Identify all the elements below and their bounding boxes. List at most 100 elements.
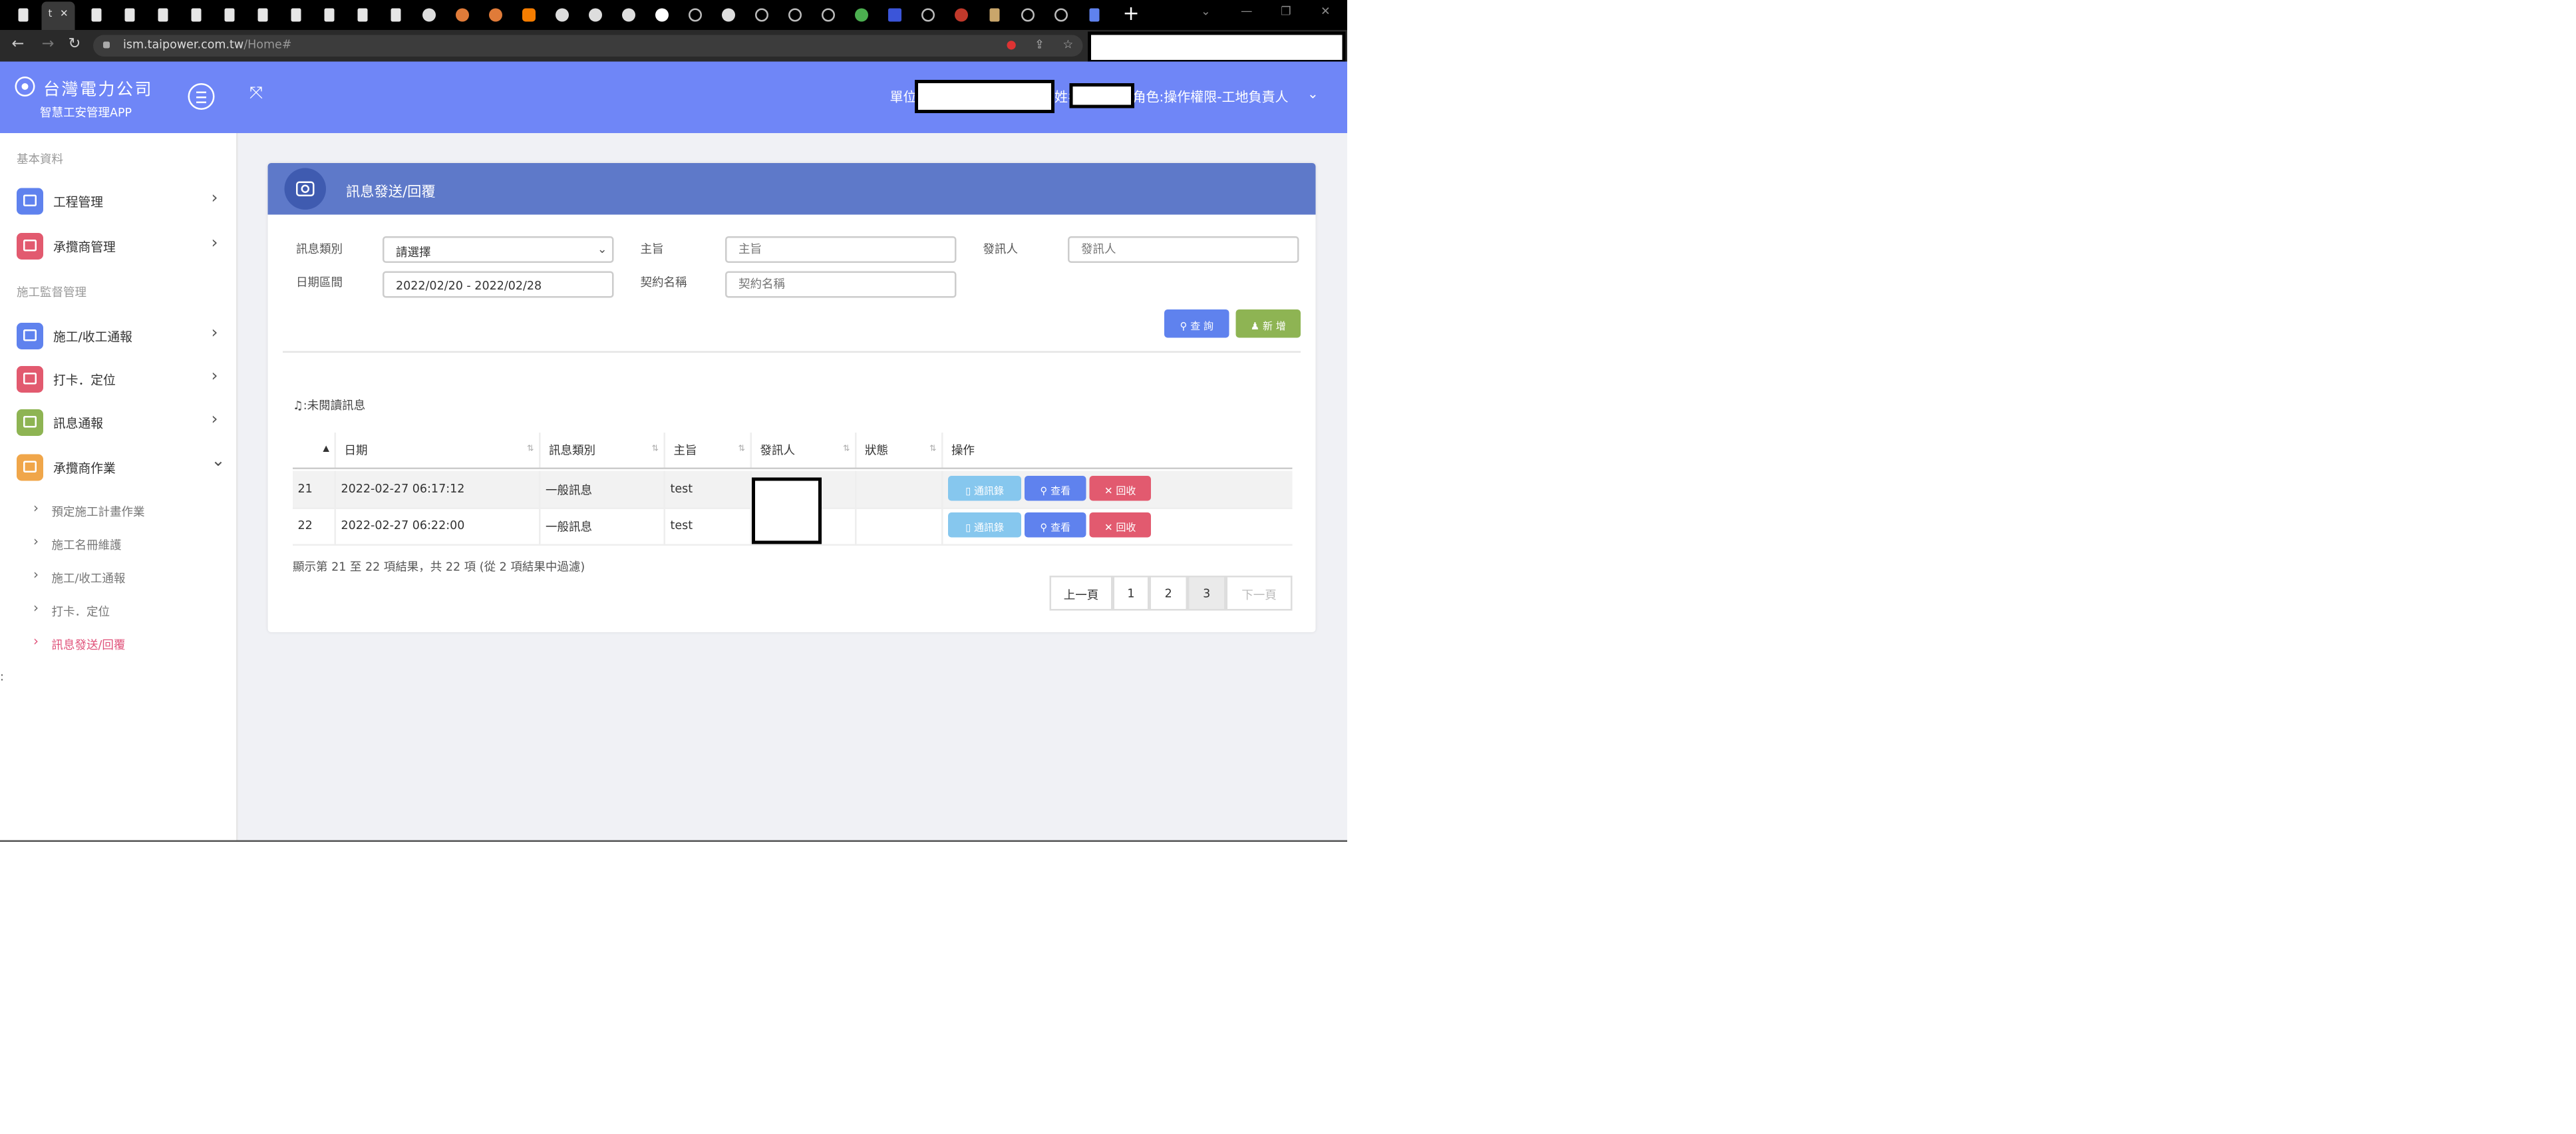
tab-favicon-save-icon[interactable] [1084, 5, 1104, 25]
cell-date: 2022-02-27 06:17:12 [336, 471, 541, 508]
share-icon[interactable]: ⇪ [1035, 39, 1045, 52]
category-select[interactable]: 請選擇 ⌄ [383, 236, 614, 263]
new-tab-button[interactable]: + [1123, 2, 1140, 25]
tab-favicon-doc-icon[interactable] [86, 5, 106, 25]
tab-favicon-doc-icon[interactable] [13, 5, 33, 25]
sidebar-item-label: 訊息通報 [53, 416, 103, 431]
contacts-button[interactable]: ▯ 通訊錄 [948, 476, 1021, 501]
column-header-status[interactable]: 狀態 ⇅ [857, 433, 943, 468]
sidebar-item-work-report[interactable]: 施工/收工通報 › [0, 321, 238, 355]
column-header-date[interactable]: 日期 ⇅ [336, 433, 541, 468]
contract-label: 契約名稱 [640, 276, 687, 289]
column-header-sender[interactable]: 發訊人 ⇅ [752, 433, 857, 468]
date-range-input[interactable]: 2022/02/20 - 2022/02/28 [383, 271, 614, 298]
tab-favicon-github-icon[interactable] [752, 5, 772, 25]
contacts-button[interactable]: ▯ 通訊錄 [948, 512, 1021, 538]
view-button[interactable]: ⚲ 查看 [1025, 512, 1086, 538]
tab-favicon-github-icon[interactable] [1018, 5, 1038, 25]
recall-button[interactable]: ✕ 回收 [1089, 476, 1151, 501]
back-arrow-icon[interactable]: ← [12, 37, 25, 53]
pagination-page-2[interactable]: 2 [1149, 576, 1188, 611]
tab-favicon-globe-icon[interactable] [585, 5, 605, 25]
maximize-button[interactable]: ❐ [1281, 5, 1291, 19]
sidebar-item-project-management[interactable]: 工程管理 › [0, 186, 238, 220]
tab-favicon-sigma-icon[interactable] [885, 5, 905, 25]
sidebar-item-message-report[interactable]: 訊息通報 › [0, 408, 238, 441]
minimize-button[interactable]: — [1241, 5, 1253, 19]
tab-favicon-blogger-icon[interactable] [519, 5, 539, 25]
tab-favicon-java-icon[interactable] [452, 5, 472, 25]
tab-favicon-globe-icon[interactable] [719, 5, 738, 25]
sidebar-subitem-work-report[interactable]: › 施工/收工通報 [0, 568, 238, 591]
chevron-down-icon[interactable]: ⌄ [1307, 87, 1319, 102]
forward-arrow-icon[interactable]: → [42, 37, 55, 53]
tab-favicon-github-icon[interactable] [818, 5, 838, 25]
menu-toggle-button[interactable] [188, 83, 215, 110]
fullscreen-icon[interactable]: ⤧ [249, 85, 263, 104]
tab-favicon-doc-icon[interactable] [286, 5, 306, 25]
sidebar-subitem-roster[interactable]: › 施工名冊維護 [0, 534, 238, 558]
tab-favicon-doc-icon[interactable] [220, 5, 240, 25]
tab-favicon-github-icon[interactable] [918, 5, 938, 25]
tab-favicon-globe-icon[interactable] [552, 5, 572, 25]
column-header-category[interactable]: 訊息類別 ⇅ [541, 433, 665, 468]
unread-messages-link[interactable]: ♫:未閱讀訊息 [293, 398, 365, 415]
tab-favicon-green-icon[interactable] [852, 5, 872, 25]
sender-input[interactable] [1068, 236, 1299, 263]
tab-favicon-image-icon[interactable] [985, 5, 1005, 25]
sidebar-item-contractor-ops[interactable]: 承攬商作業 ⌄ [0, 453, 238, 486]
brand-name: 台灣電力公司 [43, 81, 153, 100]
recall-button[interactable]: ✕ 回收 [1089, 512, 1151, 538]
sidebar-item-label: 打卡．定位 [53, 373, 116, 388]
chevron-down-icon: ⌄ [597, 243, 607, 256]
tab-favicon-doc-icon[interactable] [186, 5, 206, 25]
user-role-label[interactable]: 角色:操作權限-工地負責人 [1133, 89, 1289, 107]
sidebar-item-contractor-management[interactable]: 承攬商管理 › [0, 232, 238, 265]
tab-favicon-github-icon[interactable] [1051, 5, 1071, 25]
close-window-button[interactable]: ✕ [1321, 5, 1331, 19]
tab-favicon-java-icon[interactable] [486, 5, 506, 25]
sidebar-subitem-label: 訊息發送/回覆 [51, 639, 126, 652]
view-button[interactable]: ⚲ 查看 [1025, 476, 1086, 501]
column-header-index[interactable]: ▲ [293, 433, 336, 468]
sidebar-subitem-plan[interactable]: › 預定施工計畫作業 [0, 501, 238, 524]
tab-favicon-doc-icon[interactable] [319, 5, 339, 25]
tab-favicon-globe-icon[interactable] [619, 5, 639, 25]
tab-search-chevron-icon[interactable]: ⌄ [1201, 5, 1211, 19]
tab-favicon-github-icon[interactable] [685, 5, 705, 25]
subject-input[interactable] [725, 236, 957, 263]
reload-icon[interactable]: ↻ [69, 37, 81, 53]
tab-favicon-doc-icon[interactable] [253, 5, 273, 25]
tab-favicon-java-icon[interactable] [951, 5, 971, 25]
sidebar-subitem-checkin[interactable]: › 打卡．定位 [0, 601, 238, 624]
pagination-page-1[interactable]: 1 [1112, 576, 1150, 611]
tab-favicon-doc-icon[interactable] [353, 5, 373, 25]
unread-label: 未閱讀訊息 [307, 399, 366, 413]
sidebar-item-checkin[interactable]: 打卡．定位 › [0, 365, 238, 398]
blocked-icon[interactable]: ● [1007, 39, 1017, 52]
tab-favicon-google-icon[interactable] [652, 5, 672, 25]
search-button[interactable]: ⚲ 查 詢 [1164, 309, 1229, 338]
close-tab-icon[interactable]: ✕ [60, 9, 69, 21]
pagination-page-3[interactable]: 3 [1188, 576, 1226, 611]
cell-subject: test [665, 507, 752, 544]
tab-favicon-doc-icon[interactable] [153, 5, 173, 25]
sort-icon: ⇅ [929, 444, 937, 455]
tab-favicon-github-icon[interactable] [785, 5, 805, 25]
column-header-subject[interactable]: 主旨 ⇅ [665, 433, 752, 468]
grid-icon [17, 188, 43, 215]
chevron-right-icon: › [211, 411, 218, 429]
pagination-next[interactable]: 下一頁 [1225, 576, 1293, 611]
add-button[interactable]: ♟ 新 增 [1235, 309, 1301, 338]
chevron-right-icon: › [211, 190, 218, 208]
contract-input[interactable] [725, 271, 957, 298]
pagination-prev[interactable]: 上一頁 [1049, 576, 1113, 611]
cell-status [857, 471, 943, 508]
active-tab[interactable]: t ✕ [41, 1, 75, 30]
bookmark-star-icon[interactable]: ☆ [1063, 39, 1074, 52]
tab-favicon-doc-icon[interactable] [120, 5, 140, 25]
tab-favicon-doc-icon[interactable] [386, 5, 406, 25]
tab-favicon-globe-icon[interactable] [419, 5, 439, 25]
address-bar[interactable]: ism.taipower.com.tw/Home# ● ⇪ ☆ [93, 35, 1083, 57]
sidebar-subitem-message-send[interactable]: › 訊息發送/回覆 [0, 634, 238, 658]
